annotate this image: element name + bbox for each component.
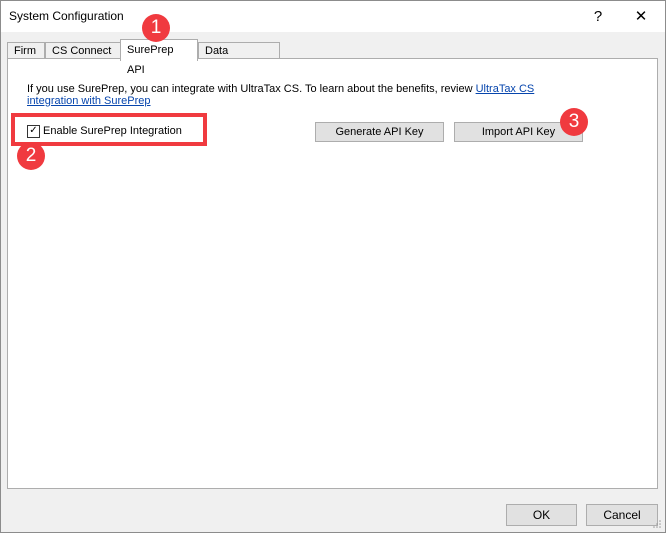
tab-sureprep-api[interactable]: SurePrep API [120,39,198,76]
callout-badge-1: 1 [142,14,170,42]
generate-api-key-button[interactable]: Generate API Key [315,122,444,142]
cancel-button[interactable]: Cancel [586,504,658,526]
close-icon[interactable]: ✕ [631,7,651,27]
dialog-window: System Configuration ? ✕ Firm CS Connect… [0,0,666,533]
ok-button[interactable]: OK [506,504,577,526]
window-title: System Configuration [9,9,124,23]
callout-badge-2: 2 [17,142,45,170]
intro-paragraph: If you use SurePrep, you can integrate w… [27,83,587,107]
resize-grip-icon[interactable] [652,519,662,529]
callout-badge-3: 3 [560,108,588,136]
enable-sureprep-label: Enable SurePrep Integration [43,125,182,137]
enable-sureprep-checkbox[interactable]: ✓ [27,125,40,138]
tab-strip: Firm CS Connect SurePrep API Data Locati… [7,39,657,76]
intro-text: If you use SurePrep, you can integrate w… [27,83,476,95]
help-icon[interactable]: ? [588,7,608,27]
title-bar: System Configuration ? ✕ [1,1,665,32]
